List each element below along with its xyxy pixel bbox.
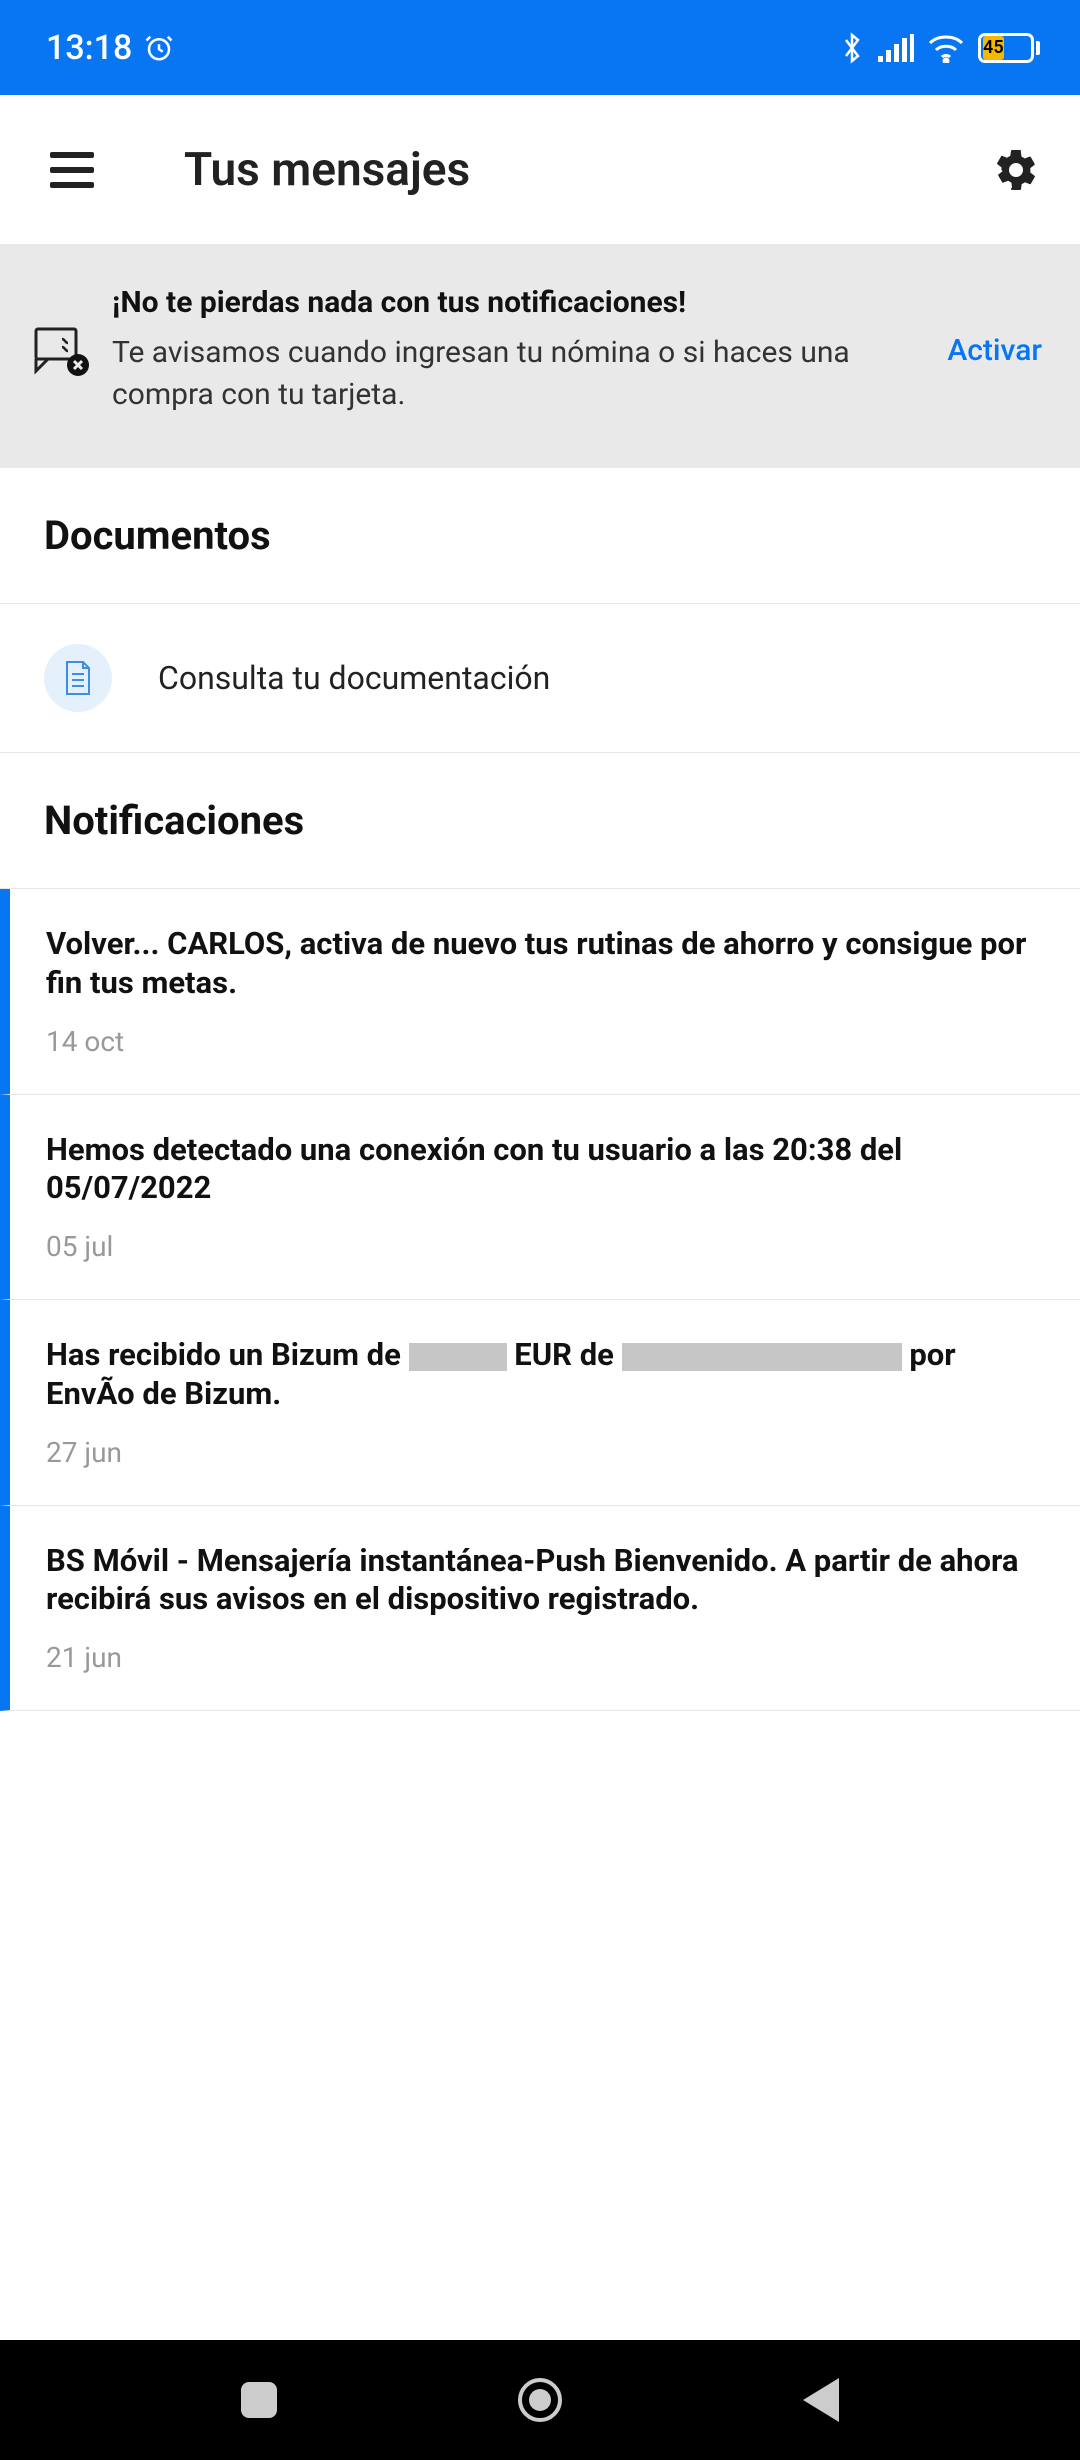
menu-icon[interactable] bbox=[50, 152, 94, 188]
notificaciones-header: Notificaciones bbox=[0, 753, 1080, 888]
notificaciones-title: Notificaciones bbox=[44, 797, 1036, 844]
system-nav-bar bbox=[0, 2340, 1080, 2460]
cellular-signal-icon bbox=[878, 34, 914, 62]
notification-date: 21 jun bbox=[46, 1641, 1044, 1674]
alarm-icon bbox=[144, 33, 174, 63]
notifications-banner: ¡No te pierdas nada con tus notificacion… bbox=[0, 245, 1080, 468]
battery-fill: 45 bbox=[983, 36, 1004, 60]
notification-date: 14 oct bbox=[46, 1025, 1044, 1058]
redacted-text bbox=[622, 1343, 902, 1371]
battery-indicator: 45 bbox=[978, 33, 1040, 63]
banner-description: Te avisamos cuando ingresan tu nómina o … bbox=[112, 332, 907, 416]
status-bar: 13:18 45 bbox=[0, 0, 1080, 95]
status-time: 13:18 bbox=[46, 28, 132, 68]
consult-documentation-row[interactable]: Consulta tu documentación bbox=[0, 603, 1080, 753]
status-left: 13:18 bbox=[46, 28, 174, 68]
documentos-header: Documentos bbox=[0, 468, 1080, 603]
notification-title: Hemos detectado una conexión con tu usua… bbox=[46, 1131, 1044, 1209]
home-button[interactable] bbox=[518, 2378, 562, 2422]
notification-item[interactable]: Hemos detectado una conexión con tu usua… bbox=[0, 1095, 1080, 1301]
bluetooth-icon bbox=[840, 32, 864, 64]
battery-percent: 45 bbox=[983, 37, 1004, 58]
wifi-icon bbox=[928, 33, 964, 63]
banner-title: ¡No te pierdas nada con tus notificacion… bbox=[112, 285, 907, 320]
status-right: 45 bbox=[840, 32, 1040, 64]
app-bar: Tus mensajes bbox=[0, 95, 1080, 245]
back-button[interactable] bbox=[803, 2378, 839, 2422]
notification-title: Volver... CARLOS, activa de nuevo tus ru… bbox=[46, 925, 1044, 1003]
notification-list: Volver... CARLOS, activa de nuevo tus ru… bbox=[0, 888, 1080, 1711]
settings-icon[interactable] bbox=[992, 146, 1040, 194]
notification-date: 05 jul bbox=[46, 1230, 1044, 1263]
page-title: Tus mensajes bbox=[184, 143, 992, 197]
notification-title: BS Móvil - Mensajería instantánea-Push B… bbox=[46, 1542, 1044, 1620]
document-row-label: Consulta tu documentación bbox=[158, 659, 550, 697]
document-icon-wrap bbox=[44, 644, 112, 712]
redacted-text bbox=[409, 1343, 507, 1371]
recent-apps-button[interactable] bbox=[241, 2382, 277, 2418]
document-icon bbox=[63, 660, 93, 696]
chat-notification-icon bbox=[32, 321, 92, 381]
notification-item[interactable]: Has recibido un Bizum de EUR de por EnvÃ… bbox=[0, 1300, 1080, 1506]
activate-button[interactable]: Activar bbox=[947, 333, 1050, 368]
notification-item[interactable]: Volver... CARLOS, activa de nuevo tus ru… bbox=[0, 889, 1080, 1095]
notification-title: Has recibido un Bizum de EUR de por EnvÃ… bbox=[46, 1336, 1044, 1414]
documentos-title: Documentos bbox=[44, 512, 1036, 559]
notification-item[interactable]: BS Móvil - Mensajería instantánea-Push B… bbox=[0, 1506, 1080, 1712]
notification-date: 27 jun bbox=[46, 1436, 1044, 1469]
